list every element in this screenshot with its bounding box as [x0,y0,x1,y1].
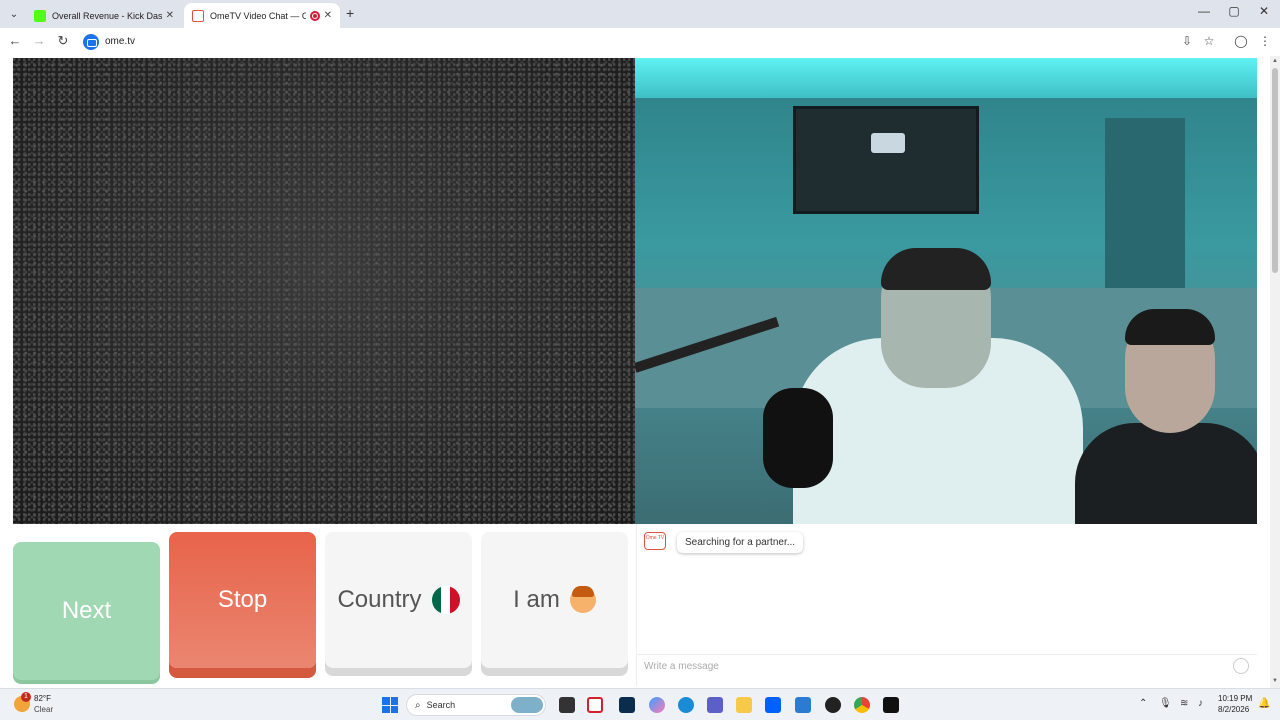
edge-icon[interactable] [678,697,694,713]
search-label: Search [426,700,456,710]
person-right [1075,303,1257,524]
browser-toolbar: ← → ↻ ome.tv ⇩ ☆ ◯ ⋮ [0,28,1280,56]
address-bar[interactable]: ome.tv [105,36,135,47]
chat-panel: Ome TV Searching for a partner... Write … [636,524,1257,686]
shelf [1105,118,1185,308]
wifi-icon[interactable]: ≋ [1180,698,1188,709]
recording-indicator-icon [309,10,320,21]
wall-tv [793,106,979,214]
self-camera-video [635,58,1257,524]
mexico-flag-icon [431,586,460,614]
windows-taskbar: 1 82°F Clear ⌕ Search ⌃ 🎙 ≋ ♪ 10:19 PM 8… [0,688,1280,720]
store-icon[interactable] [795,697,811,713]
scrollbar-thumb[interactable] [1272,68,1278,273]
next-label: Next [61,597,112,624]
next-button[interactable]: Next [13,542,160,680]
browser-menu-icon[interactable]: ⋮ [1256,34,1274,48]
clock-date[interactable]: 8/2/2026 [1218,705,1249,714]
forward-button[interactable]: → [30,33,48,48]
volume-icon[interactable]: ♪ [1198,698,1203,709]
minimize-button[interactable]: — [1190,4,1218,18]
back-button[interactable]: ← [6,33,24,48]
taskbar-search[interactable]: ⌕ Search [406,694,546,716]
clock-time[interactable]: 10:19 PM [1218,694,1252,703]
iam-label: I am [513,586,560,613]
folder-icon[interactable] [736,697,752,713]
tab-close-icon[interactable]: ✕ [166,10,174,21]
dropbox-icon[interactable] [765,697,781,713]
microphone-icon[interactable]: 🎙 [1159,698,1172,709]
ometv-favicon-icon [192,9,204,22]
stop-label: Stop [217,586,268,613]
ometv-logo-icon: Ome TV [644,532,666,550]
chrome-icon[interactable] [854,697,870,713]
tab-title: OmeTV Video Chat — OmeTV [210,10,306,21]
tv-reflection [871,133,905,153]
tab-ometv[interactable]: OmeTV Video Chat — OmeTV ✕ [184,3,340,28]
task-view-icon[interactable] [559,697,575,713]
page-scrollbar[interactable]: ▲ ▼ [1270,56,1280,688]
tab-kick-dashboard[interactable]: Overall Revenue - Kick Dashboard ✕ [26,3,182,28]
teams-icon[interactable] [707,697,723,713]
scroll-down-icon[interactable]: ▼ [1272,678,1278,684]
ometv-page: Next Stop Country I am Ome TV Searching … [0,56,1270,688]
obs-icon[interactable] [825,697,841,713]
person-right-body [1075,423,1257,524]
microphone [763,388,833,488]
scroll-up-icon[interactable]: ▲ [1272,58,1278,64]
weather-temperature: 82°F [34,694,51,703]
profile-icon[interactable]: ◯ [1232,34,1250,48]
tab-search-dropdown-icon[interactable]: ⌄ [6,6,22,22]
tab-close-icon[interactable]: ✕ [324,10,332,21]
install-app-icon[interactable]: ⇩ [1178,34,1196,48]
start-menu-icon[interactable] [382,697,398,713]
search-icon: ⌕ [415,699,421,711]
country-label: Country [337,586,422,613]
site-info-icon[interactable] [83,34,99,50]
status-message: Searching for a partner... [677,532,804,553]
browser-tab-strip: ⌄ Overall Revenue - Kick Dashboard ✕ Ome… [0,0,1280,28]
bookmark-star-icon[interactable]: ☆ [1200,34,1218,48]
reload-button[interactable]: ↻ [54,33,72,49]
weather-description: Clear [34,705,54,714]
copilot-icon[interactable] [649,697,665,713]
tab-title: Overall Revenue - Kick Dashboard [52,10,162,21]
message-input[interactable]: Write a message [637,654,1257,678]
person-left-hair [881,248,991,290]
led-ceiling [635,58,1257,98]
country-button[interactable]: Country [325,532,472,668]
audio-app-icon[interactable] [883,697,899,713]
maximize-button[interactable]: ▢ [1220,4,1248,18]
tray-overflow-icon[interactable]: ⌃ [1139,698,1147,709]
photoshop-icon[interactable] [619,697,635,713]
search-highlight-image [511,697,543,713]
new-tab-button[interactable]: + [346,5,354,21]
emoji-picker-icon[interactable] [1233,658,1249,674]
gender-button[interactable]: I am [481,532,628,668]
acrobat-icon[interactable] [587,697,603,713]
notification-icon[interactable]: 🔔 [1258,698,1270,709]
boy-avatar-icon [569,586,596,613]
stop-button[interactable]: Stop [169,532,316,668]
kick-favicon-icon [34,9,46,22]
weather-badge: 1 [21,692,31,702]
partner-video-static [13,58,635,524]
close-window-button[interactable]: ✕ [1250,4,1278,18]
person-right-hair [1125,309,1215,345]
